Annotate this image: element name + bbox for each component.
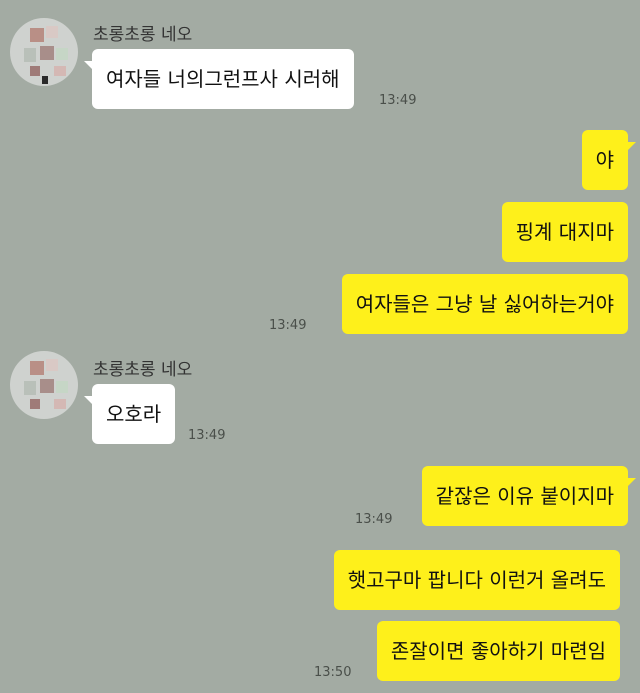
message-bubble[interactable]: 오호라 [83,384,176,444]
message-time: 13:49 [379,93,417,108]
message-time: 13:49 [355,512,393,527]
avatar[interactable] [10,18,78,86]
message-time: 13:50 [314,665,352,680]
message-bubble[interactable]: 햇고구마 팝니다 이런거 올려도 [333,550,620,610]
message-time: 13:49 [188,428,226,443]
sender-name: 초롱초롱 네오 [93,360,193,380]
message-bubble[interactable]: 존잘이면 좋아하기 마련임 [376,621,620,681]
avatar[interactable] [10,351,78,419]
message-bubble[interactable]: 여자들 너의그런프사 시러해 [84,49,354,109]
message-bubble[interactable]: 여자들은 그냥 날 싫어하는거야 [341,274,628,334]
message-time: 13:49 [269,318,307,333]
message-bubble[interactable]: 같잖은 이유 붙이지마 [421,466,637,526]
sender-name: 초롱초롱 네오 [93,25,193,45]
message-bubble[interactable]: 야 [581,130,637,190]
message-bubble[interactable]: 핑계 대지마 [501,202,628,262]
